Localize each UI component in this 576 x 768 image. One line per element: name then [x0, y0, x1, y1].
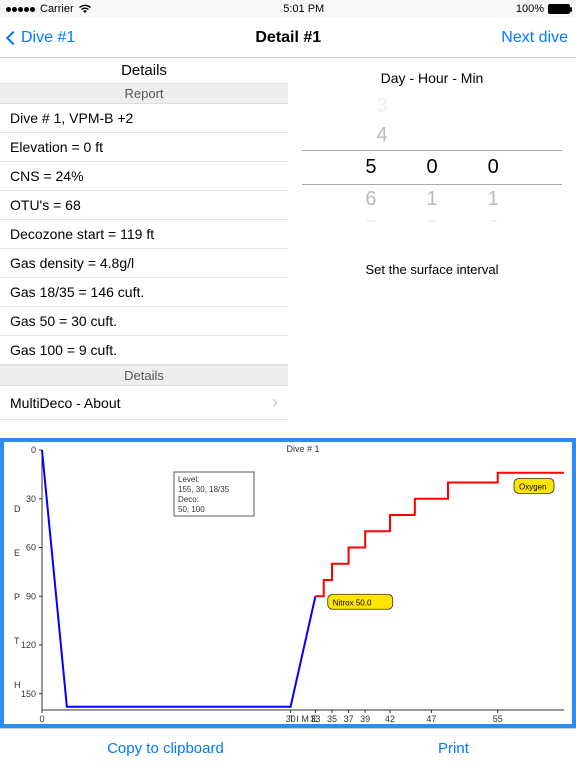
battery-icon	[548, 4, 570, 14]
status-bar: Carrier 5:01 PM 100%	[0, 0, 576, 18]
battery-percent: 100%	[516, 3, 544, 15]
svg-text:E: E	[14, 548, 20, 558]
clock-label: 5:01 PM	[283, 3, 324, 15]
svg-text:50, 100: 50, 100	[178, 505, 205, 514]
chevron-left-icon	[6, 30, 20, 44]
picker-row-selected: 500	[302, 150, 562, 185]
report-value: Gas density = 4.8g/l	[10, 255, 134, 271]
carrier-label: Carrier	[40, 3, 74, 15]
interval-caption: Set the surface interval	[302, 262, 562, 277]
print-button[interactable]: Print	[438, 740, 469, 757]
wifi-icon	[78, 4, 92, 14]
svg-text:35: 35	[327, 714, 337, 724]
picker-row: 722	[302, 214, 562, 222]
svg-text:Level:: Level:	[178, 475, 199, 484]
svg-text:155, 30, 18/35: 155, 30, 18/35	[178, 485, 230, 494]
report-value: Dive # 1, VPM-B +2	[10, 110, 133, 126]
svg-text:60: 60	[26, 543, 36, 553]
copy-button[interactable]: Copy to clipboard	[107, 740, 224, 757]
page-title: Detail #1	[255, 29, 321, 47]
svg-text:0: 0	[31, 445, 36, 455]
report-row[interactable]: Dive # 1, VPM-B +2	[0, 104, 288, 133]
report-row[interactable]: Gas 100 = 9 cuft.	[0, 336, 288, 365]
report-value: Decozone start = 119 ft	[10, 226, 154, 242]
next-dive-button[interactable]: Next dive	[501, 29, 568, 47]
signal-dots-icon	[6, 3, 36, 15]
report-value: CNS = 24%	[10, 168, 84, 184]
svg-text:T: T	[14, 636, 20, 646]
svg-text:90: 90	[26, 591, 36, 601]
svg-text:37: 37	[344, 714, 354, 724]
report-row[interactable]: Gas 18/35 = 146 cuft.	[0, 278, 288, 307]
picker-row: 611	[302, 185, 562, 214]
svg-text:30: 30	[286, 714, 296, 724]
report-section-header: Report	[0, 83, 288, 104]
report-value: Gas 50 = 30 cuft.	[10, 313, 117, 329]
picker-row: 4	[302, 121, 562, 150]
svg-text:0: 0	[39, 714, 44, 724]
chevron-right-icon: ›	[272, 392, 278, 413]
report-row[interactable]: Elevation = 0 ft	[0, 133, 288, 162]
report-value: Gas 18/35 = 146 cuft.	[10, 284, 144, 300]
about-row[interactable]: MultiDeco - About ›	[0, 386, 288, 420]
report-value: Gas 100 = 9 cuft.	[10, 342, 117, 358]
svg-text:H: H	[14, 680, 21, 690]
dive-profile-chart: Dive # 1D E P T HT I M E0306090120150030…	[0, 438, 576, 728]
svg-text:47: 47	[426, 714, 436, 724]
svg-text:Dive # 1: Dive # 1	[286, 444, 319, 454]
interval-picker[interactable]: 3 4 500 611 722	[302, 92, 562, 222]
svg-text:D: D	[14, 504, 21, 514]
svg-text:33: 33	[310, 714, 320, 724]
navigation-bar: Dive #1 Detail #1 Next dive	[0, 18, 576, 58]
bottom-toolbar: Copy to clipboard Print	[0, 728, 576, 768]
details-panel: Details Report Dive # 1, VPM-B +2 Elevat…	[0, 58, 288, 438]
report-row[interactable]: CNS = 24%	[0, 162, 288, 191]
svg-text:42: 42	[385, 714, 395, 724]
report-row[interactable]: Gas density = 4.8g/l	[0, 249, 288, 278]
report-row[interactable]: OTU's = 68	[0, 191, 288, 220]
about-label: MultiDeco - About	[10, 395, 121, 411]
picker-title: Day - Hour - Min	[302, 70, 562, 86]
report-row[interactable]: Gas 50 = 30 cuft.	[0, 307, 288, 336]
svg-text:30: 30	[26, 494, 36, 504]
report-value: OTU's = 68	[10, 197, 81, 213]
svg-text:Nitrox 50.0: Nitrox 50.0	[333, 598, 372, 607]
interval-panel: Day - Hour - Min 3 4 500 611 722 Set the…	[288, 58, 576, 438]
svg-text:Deco:: Deco:	[178, 495, 199, 504]
svg-text:120: 120	[21, 640, 36, 650]
svg-text:150: 150	[21, 689, 36, 699]
back-label: Dive #1	[21, 29, 75, 47]
report-value: Elevation = 0 ft	[10, 139, 103, 155]
svg-text:39: 39	[360, 714, 370, 724]
svg-text:Oxygen: Oxygen	[519, 482, 547, 491]
report-row[interactable]: Decozone start = 119 ft	[0, 220, 288, 249]
details-heading: Details	[0, 58, 288, 83]
picker-row: 3	[302, 92, 562, 121]
back-button[interactable]: Dive #1	[8, 29, 75, 47]
svg-text:P: P	[14, 592, 20, 602]
svg-text:55: 55	[493, 714, 503, 724]
details-section-header: Details	[0, 365, 288, 386]
